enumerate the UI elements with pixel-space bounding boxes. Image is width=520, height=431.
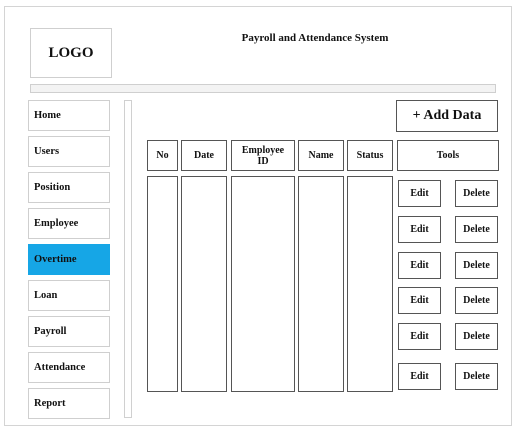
edit-button[interactable]: Edit [398, 363, 441, 390]
sidebar: Home Users Position Employee Overtime Lo… [28, 100, 112, 424]
table-column-status [347, 176, 393, 392]
edit-button[interactable]: Edit [398, 180, 441, 207]
edit-button[interactable]: Edit [398, 323, 441, 350]
delete-button[interactable]: Delete [455, 323, 498, 350]
page-title: Payroll and Attendance System [241, 32, 389, 44]
delete-button[interactable]: Delete [455, 287, 498, 314]
column-header-status: Status [347, 140, 393, 171]
sidebar-item-payroll[interactable]: Payroll [28, 316, 110, 347]
delete-button[interactable]: Delete [455, 216, 498, 243]
edit-button[interactable]: Edit [398, 287, 441, 314]
column-header-tools: Tools [397, 140, 499, 171]
edit-button[interactable]: Edit [398, 252, 441, 279]
column-header-employee-id: Employee ID [231, 140, 295, 171]
sidebar-item-users[interactable]: Users [28, 136, 110, 167]
delete-button[interactable]: Delete [455, 180, 498, 207]
sidebar-item-loan[interactable]: Loan [28, 280, 110, 311]
scrollbar[interactable] [124, 100, 132, 418]
table-column-no [147, 176, 178, 392]
edit-button[interactable]: Edit [398, 216, 441, 243]
sidebar-item-report[interactable]: Report [28, 388, 110, 419]
column-header-date: Date [181, 140, 227, 171]
sidebar-item-overtime[interactable]: Overtime [28, 244, 110, 275]
delete-button[interactable]: Delete [455, 252, 498, 279]
sidebar-item-employee[interactable]: Employee [28, 208, 110, 239]
delete-button[interactable]: Delete [455, 363, 498, 390]
add-data-button[interactable]: + Add Data [396, 100, 498, 132]
header-divider-bar [30, 84, 496, 93]
table-column-date [181, 176, 227, 392]
logo: LOGO [30, 28, 112, 78]
table-column-name [298, 176, 344, 392]
sidebar-item-home[interactable]: Home [28, 100, 110, 131]
sidebar-item-attendance[interactable]: Attendance [28, 352, 110, 383]
column-header-no: No [147, 140, 178, 171]
logo-text: LOGO [48, 44, 94, 61]
table-column-employee-id [231, 176, 295, 392]
sidebar-item-position[interactable]: Position [28, 172, 110, 203]
column-header-name: Name [298, 140, 344, 171]
